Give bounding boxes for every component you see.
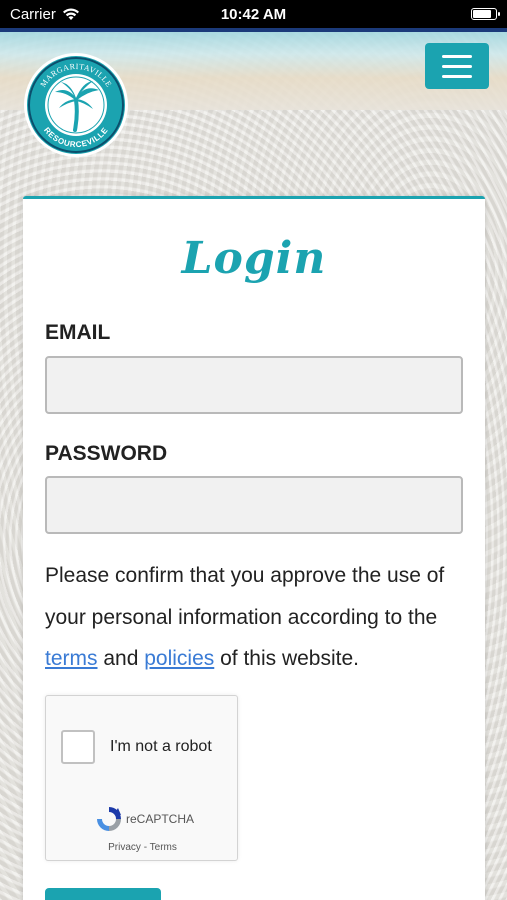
status-accent-strip	[0, 28, 507, 32]
recaptcha-label: I'm not a robot	[110, 738, 212, 755]
consent-text: Please confirm that you approve the use …	[45, 555, 465, 680]
password-field[interactable]	[45, 476, 463, 534]
recaptcha-widget: I'm not a robot reCAPTCHA Privacy - Term…	[45, 695, 238, 861]
consent-text-and: and	[97, 647, 145, 670]
hamburger-icon	[442, 54, 472, 58]
wifi-icon	[62, 8, 79, 20]
battery-level	[473, 10, 491, 18]
consent-text-start: Please confirm that you approve the use …	[45, 564, 445, 629]
login-submit-button[interactable]	[45, 888, 161, 900]
menu-button[interactable]	[425, 43, 489, 89]
email-field[interactable]	[45, 356, 463, 414]
policies-link[interactable]: policies	[144, 647, 214, 670]
recaptcha-brand: reCAPTCHA	[126, 812, 195, 826]
terms-link[interactable]: terms	[45, 647, 98, 670]
password-label: PASSWORD	[45, 442, 168, 465]
carrier-label: Carrier	[10, 5, 56, 23]
consent-text-end: of this website.	[214, 647, 359, 670]
recaptcha-links[interactable]: Privacy - Terms	[46, 842, 239, 853]
recaptcha-checkbox[interactable]	[61, 730, 95, 764]
recaptcha-icon	[97, 807, 121, 831]
login-card: Login EMAIL PASSWORD Please confirm that…	[23, 196, 485, 900]
battery-icon	[471, 8, 500, 20]
status-bar: Carrier 10:42 AM	[0, 0, 507, 28]
email-label: EMAIL	[45, 321, 111, 344]
page-title: Login	[181, 233, 327, 284]
margaritaville-logo[interactable]: MARGARITAVILLE RESOURCEVILLE	[23, 52, 129, 158]
